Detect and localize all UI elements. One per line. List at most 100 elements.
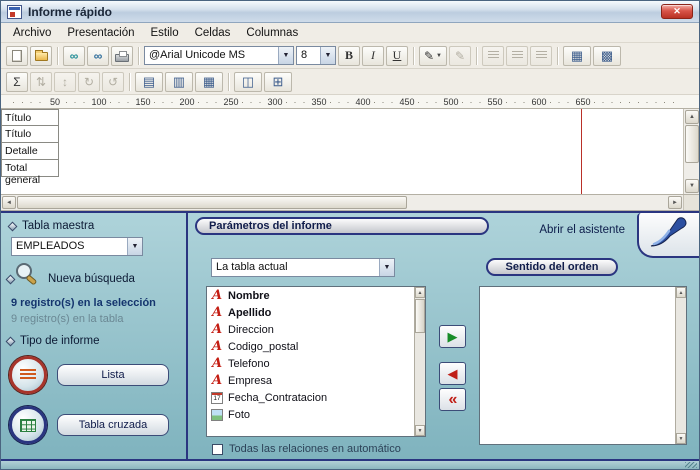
field-row[interactable]: ATelefono: [207, 355, 414, 372]
menu-bar: Archivo Presentación Estilo Celdas Colum…: [1, 23, 699, 43]
scroll-down-icon[interactable]: ▼: [685, 179, 699, 193]
list-type-button[interactable]: Lista: [57, 364, 169, 386]
scroll-up-icon[interactable]: ▲: [415, 287, 425, 298]
align-center-button[interactable]: [506, 46, 528, 66]
parameters-title: Parámetros del informe: [195, 217, 489, 235]
menu-columnas[interactable]: Columnas: [238, 25, 306, 41]
grid-button-3[interactable]: ▦: [195, 72, 223, 92]
report-row-titulo-2[interactable]: Título: [1, 126, 59, 143]
grid-button-4[interactable]: ◫: [234, 72, 262, 92]
chevron-down-icon[interactable]: ▼: [278, 47, 293, 64]
new-document-button[interactable]: [6, 46, 28, 66]
new-search-row[interactable]: Nueva búsqueda: [7, 273, 135, 285]
close-button[interactable]: ✕: [661, 4, 693, 19]
vertical-scroll-thumb[interactable]: [685, 125, 699, 163]
chevron-down-icon[interactable]: ▼: [127, 238, 142, 255]
borders-pen-button[interactable]: ✎▼: [419, 46, 447, 66]
italic-button[interactable]: I: [362, 46, 384, 66]
show-button[interactable]: ∞: [63, 46, 85, 66]
rotate-button-2[interactable]: ↺: [102, 72, 124, 92]
field-name: Nombre: [228, 290, 270, 302]
align-left-button[interactable]: [482, 46, 504, 66]
report-canvas[interactable]: Título Título Detalle Total general: [1, 109, 683, 194]
ruler-tick: 150: [133, 96, 152, 108]
field-list: ANombre AApellido ADireccion ACodigo_pos…: [206, 286, 426, 437]
grid-button-5[interactable]: ⊞: [264, 72, 292, 92]
open-folder-icon: [35, 52, 48, 61]
open-button[interactable]: [30, 46, 52, 66]
report-row-total[interactable]: Total general: [1, 160, 59, 177]
font-size-combo[interactable]: 8 ▼: [296, 46, 336, 65]
report-row-titulo-1[interactable]: Título: [1, 109, 59, 126]
vertical-scrollbar[interactable]: ▲ ▼: [683, 109, 699, 194]
page-margin-marker[interactable]: [581, 109, 582, 194]
window-title: Informe rápido: [28, 5, 655, 19]
field-row[interactable]: AApellido: [207, 304, 414, 321]
scroll-down-icon[interactable]: ▼: [415, 425, 425, 436]
underline-button[interactable]: U: [386, 46, 408, 66]
grid-icon: ⊞: [273, 74, 284, 90]
sum-button[interactable]: Σ: [6, 72, 28, 92]
scroll-up-icon[interactable]: ▲: [676, 287, 686, 298]
pen-button-disabled[interactable]: ✎: [449, 46, 471, 66]
scroll-left-icon[interactable]: ◄: [2, 196, 16, 209]
auto-relations-checkbox[interactable]: [212, 444, 223, 455]
sort-order-list[interactable]: ▲ ▼: [479, 286, 687, 445]
field-row[interactable]: ADireccion: [207, 321, 414, 338]
list-type-radio[interactable]: [9, 356, 47, 394]
field-row[interactable]: AEmpresa: [207, 372, 414, 389]
report-parameters-panel: Tabla maestra EMPLEADOS ▼ Nueva búsqueda…: [1, 211, 699, 461]
chevron-down-icon[interactable]: ▼: [379, 259, 394, 276]
table-chart-button-1[interactable]: ▦: [563, 46, 591, 66]
field-list-scroll-thumb[interactable]: [415, 299, 425, 333]
field-list-scrollbar[interactable]: ▲ ▼: [414, 287, 425, 436]
align-right-button[interactable]: [530, 46, 552, 66]
sort-button-2[interactable]: ↕: [54, 72, 76, 92]
grid-button-1[interactable]: ▤: [135, 72, 163, 92]
grid-icon: ▥: [173, 74, 185, 90]
table-chart-icon: ▦: [571, 48, 583, 64]
menu-celdas[interactable]: Celdas: [187, 25, 239, 41]
field-row[interactable]: 17Fecha_Contratacion: [207, 389, 414, 406]
sort-list-scrollbar[interactable]: ▲ ▼: [675, 287, 686, 444]
bold-button[interactable]: B: [338, 46, 360, 66]
master-table-combo[interactable]: EMPLEADOS ▼: [11, 237, 143, 256]
open-wizard-button[interactable]: [637, 213, 699, 258]
horizontal-scrollbar[interactable]: ◄ ►: [1, 195, 699, 211]
menu-presentacion[interactable]: Presentación: [59, 25, 142, 41]
field-row[interactable]: ACodigo_postal: [207, 338, 414, 355]
print-button[interactable]: [111, 46, 133, 66]
remove-field-button[interactable]: ◀: [439, 362, 466, 385]
auto-relations-row: Todas las relaciones en automático: [212, 443, 401, 455]
cross-table-button[interactable]: Tabla cruzada: [57, 414, 169, 436]
field-row[interactable]: Foto: [207, 406, 414, 423]
chevron-down-icon: ▼: [436, 53, 442, 59]
resize-grip[interactable]: [685, 462, 697, 468]
rotate-button-1[interactable]: ↻: [78, 72, 100, 92]
horizontal-scroll-thumb[interactable]: [17, 196, 407, 209]
preview-button[interactable]: ∞: [87, 46, 109, 66]
grid-button-2[interactable]: ▥: [165, 72, 193, 92]
chevron-down-icon[interactable]: ▼: [320, 47, 335, 64]
glasses-icon: ∞: [70, 50, 79, 62]
table-source-combo[interactable]: La tabla actual ▼: [211, 258, 395, 277]
sort-button-1[interactable]: ⇅: [30, 72, 52, 92]
ruler-tick: 650: [573, 96, 592, 108]
remove-all-fields-button[interactable]: «: [439, 388, 466, 411]
report-row-detalle[interactable]: Detalle: [1, 143, 59, 160]
add-field-button[interactable]: ▶: [439, 325, 466, 348]
field-name: Codigo_postal: [228, 341, 298, 353]
new-search-label[interactable]: Nueva búsqueda: [48, 273, 135, 285]
open-wizard-label[interactable]: Abrir el asistente: [539, 224, 625, 236]
font-name-combo[interactable]: @Arial Unicode MS ▼: [144, 46, 294, 65]
menu-archivo[interactable]: Archivo: [5, 25, 59, 41]
scroll-up-icon[interactable]: ▲: [685, 110, 699, 124]
cross-table-radio[interactable]: [9, 406, 47, 444]
field-row[interactable]: ANombre: [207, 287, 414, 304]
alpha-field-icon: A: [212, 306, 222, 319]
scroll-right-icon[interactable]: ►: [668, 196, 682, 209]
scroll-down-icon[interactable]: ▼: [676, 433, 686, 444]
master-table-value: EMPLEADOS: [12, 238, 127, 255]
menu-estilo[interactable]: Estilo: [142, 25, 186, 41]
table-chart-button-2[interactable]: ▩: [593, 46, 621, 66]
